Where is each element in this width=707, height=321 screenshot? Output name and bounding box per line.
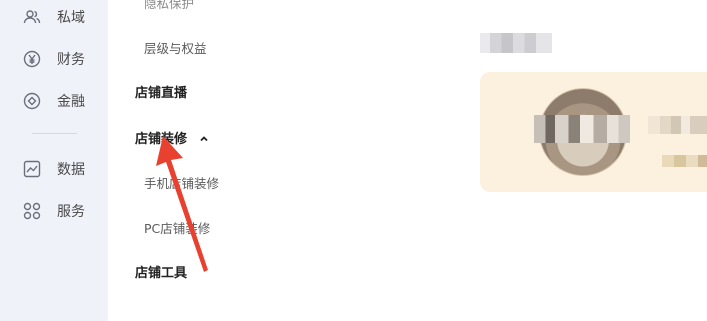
menu-item-pc-decoration[interactable]: PC店铺装修 — [144, 218, 210, 237]
rail-item-label: 私域 — [57, 10, 85, 26]
blurred-shop-subtitle — [662, 155, 707, 167]
menu-group-label: 店铺装修 — [135, 132, 188, 147]
menu-item-level-rights[interactable]: 层级与权益 — [144, 38, 207, 57]
menu-group-label: 店铺工具 — [135, 266, 188, 281]
secondary-menu: 隐私保护 层级与权益 店铺直播 店铺装修 手机店铺装修 PC店铺装修 店铺工具 — [108, 0, 368, 321]
rail-item-label: 财务 — [57, 52, 85, 68]
avatar — [534, 88, 630, 176]
rail-item-finance[interactable]: 财务 — [22, 47, 85, 71]
chevron-up-icon[interactable] — [199, 133, 209, 143]
rail-divider — [32, 133, 77, 134]
finance-circle-icon — [22, 91, 42, 111]
rail-item-services[interactable]: 服务 — [22, 199, 85, 223]
blurred-shop-name — [648, 116, 707, 134]
rail-item-private-domain[interactable]: 私域 — [22, 5, 85, 29]
menu-group-store-tools[interactable]: 店铺工具 — [135, 262, 187, 281]
rail-item-label: 服务 — [57, 204, 85, 220]
chart-icon — [22, 159, 42, 179]
menu-group-store-live[interactable]: 店铺直播 — [135, 82, 187, 101]
menu-item-mobile-decoration[interactable]: 手机店铺装修 — [144, 173, 219, 192]
shop-profile-card[interactable] — [480, 72, 707, 192]
yuan-circle-icon — [22, 49, 42, 69]
rail-item-label: 金融 — [57, 94, 85, 110]
users-icon — [22, 7, 42, 27]
rail-item-data[interactable]: 数据 — [22, 157, 85, 181]
rail-item-banking[interactable]: 金融 — [22, 89, 85, 113]
left-icon-rail: 私域 财务 金融 数据 服务 — [0, 0, 108, 321]
apps-grid-icon — [22, 201, 42, 221]
menu-group-store-decoration[interactable]: 店铺装修 — [135, 128, 209, 147]
rail-item-label: 数据 — [57, 162, 85, 178]
blurred-shop-label — [480, 33, 552, 53]
menu-item-privacy[interactable]: 隐私保护 — [144, 0, 194, 12]
menu-group-label: 店铺直播 — [135, 86, 188, 101]
